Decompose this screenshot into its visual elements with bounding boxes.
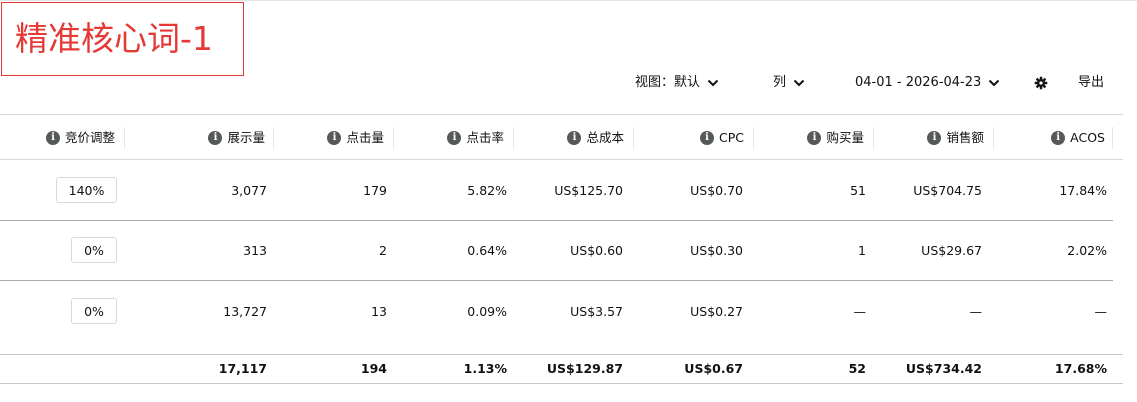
- cell-clicks: 2: [379, 243, 387, 258]
- column-header-label: 展示量: [227, 130, 265, 145]
- cell-clicks: 13: [371, 304, 387, 319]
- info-icon[interactable]: i: [447, 131, 462, 145]
- column-header-impressions[interactable]: i 展示量: [208, 127, 265, 149]
- totals-bottom-rule: [0, 383, 1123, 384]
- totals-top-rule: [0, 354, 1123, 355]
- page-title: 精准核心词-1: [15, 19, 213, 58]
- column-header-label: CPC: [719, 130, 744, 145]
- cell-cpc: US$0.30: [690, 243, 743, 258]
- chevron-down-icon: [793, 79, 805, 87]
- column-header-cpc[interactable]: i CPC: [700, 127, 744, 149]
- cell-purchases: 1: [858, 243, 866, 258]
- chevron-down-icon: [707, 79, 719, 87]
- column-separator: [753, 127, 754, 149]
- column-header-label: ACOS: [1070, 130, 1105, 145]
- column-separator: [273, 127, 274, 149]
- cell-total-cost: US$0.60: [570, 243, 623, 258]
- column-header-label: 点击率: [466, 130, 504, 145]
- column-header-purchases[interactable]: i 购买量: [807, 127, 864, 149]
- export-button[interactable]: 导出: [1078, 72, 1104, 94]
- column-separator: [393, 127, 394, 149]
- column-separator: [513, 127, 514, 149]
- column-header-acos[interactable]: i ACOS: [1051, 127, 1105, 149]
- cell-impressions: 3,077: [231, 183, 267, 198]
- column-header-label: 购买量: [826, 130, 864, 145]
- column-separator: [993, 127, 994, 149]
- column-separator: [633, 127, 634, 149]
- cell-cpc: US$0.70: [690, 183, 743, 198]
- total-cpc: US$0.67: [684, 361, 743, 376]
- column-separator: [873, 127, 874, 149]
- cell-sales: —: [969, 304, 983, 319]
- column-header-label: 点击量: [346, 130, 384, 145]
- column-header-sales[interactable]: i 销售额: [927, 127, 984, 149]
- bid-adjustment-button[interactable]: 0%: [71, 237, 117, 263]
- table-header-bottom-rule: [0, 159, 1123, 160]
- column-header-ctr[interactable]: i 点击率: [447, 127, 504, 149]
- info-icon[interactable]: i: [327, 131, 342, 145]
- column-separator: [1112, 127, 1113, 149]
- bid-adjustment-button[interactable]: 0%: [71, 298, 117, 324]
- row-divider: [0, 220, 1113, 221]
- cell-impressions: 13,727: [223, 304, 267, 319]
- row-divider: [0, 280, 1113, 281]
- column-header-label: 总成本: [586, 130, 624, 145]
- total-cost: US$129.87: [546, 361, 623, 376]
- total-ctr: 1.13%: [463, 361, 507, 376]
- bid-adjustment-button[interactable]: 140%: [56, 177, 117, 203]
- cell-ctr: 5.82%: [467, 183, 507, 198]
- column-header-label: 销售额: [946, 130, 984, 145]
- view-selector-label: 视图：默认: [635, 75, 701, 90]
- info-icon[interactable]: i: [208, 131, 223, 145]
- total-sales: US$734.42: [905, 361, 982, 376]
- cell-purchases: —: [853, 304, 867, 319]
- table-header-top-rule: [0, 114, 1123, 115]
- info-icon[interactable]: i: [567, 131, 582, 145]
- cell-impressions: 313: [243, 243, 267, 258]
- column-header-label: 竞价调整: [64, 130, 115, 145]
- view-selector[interactable]: 视图：默认: [635, 72, 720, 94]
- total-impressions: 17,117: [218, 361, 267, 376]
- info-icon[interactable]: i: [927, 131, 942, 145]
- cell-ctr: 0.09%: [467, 304, 507, 319]
- column-separator: [124, 127, 125, 149]
- cell-sales: US$704.75: [913, 183, 982, 198]
- info-icon[interactable]: i: [807, 131, 822, 145]
- title-annotation-box: 精准核心词-1: [1, 2, 244, 76]
- info-icon[interactable]: i: [45, 131, 60, 145]
- chevron-down-icon: [989, 79, 1000, 87]
- total-clicks: 194: [360, 361, 387, 376]
- gear-icon: [1034, 76, 1048, 90]
- date-range-picker[interactable]: 04-01 - 2026-04-23: [855, 72, 1001, 94]
- cell-acos: 17.84%: [1059, 183, 1107, 198]
- cell-total-cost: US$3.57: [570, 304, 623, 319]
- date-range-label: 04-01 - 2026-04-23: [855, 75, 982, 90]
- cell-acos: 2.02%: [1067, 243, 1107, 258]
- cell-sales: US$29.67: [921, 243, 982, 258]
- column-header-clicks[interactable]: i 点击量: [327, 127, 384, 149]
- columns-selector[interactable]: 列: [773, 72, 806, 94]
- export-label: 导出: [1078, 75, 1105, 90]
- column-header-total-cost[interactable]: i 总成本: [567, 127, 624, 149]
- cell-ctr: 0.64%: [467, 243, 507, 258]
- total-purchases: 52: [848, 361, 866, 376]
- column-header-bid-adjustment[interactable]: i 竞价调整: [45, 127, 115, 149]
- cell-acos: —: [1094, 304, 1108, 319]
- columns-selector-label: 列: [773, 75, 787, 90]
- cell-cpc: US$0.27: [690, 304, 743, 319]
- settings-button[interactable]: [1034, 72, 1048, 94]
- info-icon[interactable]: i: [1051, 131, 1066, 145]
- cell-total-cost: US$125.70: [554, 183, 623, 198]
- cell-clicks: 179: [363, 183, 387, 198]
- total-acos: 17.68%: [1054, 361, 1107, 376]
- info-icon[interactable]: i: [700, 131, 714, 145]
- cell-purchases: 51: [850, 183, 866, 198]
